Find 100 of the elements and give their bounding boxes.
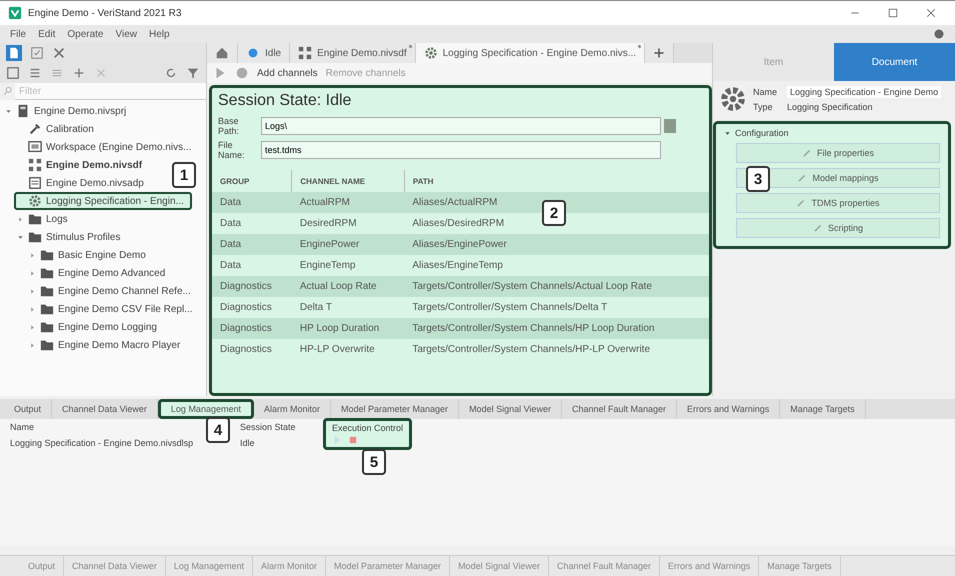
table-cell: EnginePower bbox=[292, 234, 404, 255]
toolbar-button[interactable] bbox=[30, 46, 44, 60]
table-cell: Data bbox=[212, 234, 292, 255]
editor-tab[interactable]: Engine Demo.nivsdf bbox=[290, 43, 416, 63]
gear-icon bbox=[424, 46, 438, 60]
folder-icon bbox=[40, 248, 54, 262]
table-cell: HP-LP Overwrite bbox=[292, 339, 404, 360]
tree-item[interactable]: Engine Demo Advanced bbox=[26, 264, 174, 282]
folder-icon bbox=[40, 302, 54, 316]
field-label: File Name: bbox=[218, 140, 246, 160]
tree-item[interactable]: Engine Demo Macro Player bbox=[26, 336, 188, 354]
table-cell: Aliases/EngineTemp bbox=[404, 255, 709, 276]
tree-item[interactable]: Engine Demo.nivsdf bbox=[14, 156, 150, 174]
gear-icon bbox=[719, 85, 747, 113]
menu-item[interactable]: Operate bbox=[67, 28, 104, 40]
home-tab[interactable] bbox=[207, 43, 238, 63]
pencil-icon bbox=[796, 198, 806, 208]
project-files-tab[interactable] bbox=[6, 45, 22, 61]
type-label: Type bbox=[753, 102, 774, 112]
filter-icon bbox=[186, 66, 200, 80]
folder-icon bbox=[40, 284, 54, 298]
configuration-button[interactable]: Scripting bbox=[736, 218, 940, 238]
search-icon bbox=[3, 86, 13, 96]
tree-item[interactable]: Engine Demo.nivsprj bbox=[2, 102, 134, 120]
folder-icon bbox=[40, 320, 54, 334]
base-path-field[interactable]: Logs\ bbox=[261, 117, 661, 135]
column-header[interactable]: GROUP bbox=[212, 170, 292, 192]
configuration-button[interactable]: TDMS properties bbox=[736, 193, 940, 213]
table-cell: Diagnostics bbox=[212, 339, 292, 360]
monitor-icon bbox=[28, 140, 42, 154]
stop-icon bbox=[348, 435, 358, 445]
tree-item[interactable]: Basic Engine Demo bbox=[26, 246, 154, 264]
refresh-icon bbox=[164, 66, 178, 80]
modified-mark-icon bbox=[408, 44, 413, 49]
maximize-icon bbox=[887, 7, 899, 19]
caret-right-icon bbox=[28, 306, 36, 312]
callout-badge: 1 bbox=[172, 162, 196, 188]
properties-tab[interactable]: Document bbox=[834, 43, 955, 81]
caret-right-icon bbox=[28, 342, 36, 348]
column-header: Session State bbox=[240, 422, 296, 432]
menu-item[interactable]: View bbox=[116, 28, 137, 40]
expand-all-button[interactable] bbox=[28, 66, 42, 80]
file-name-field[interactable]: test.tdms bbox=[261, 141, 661, 159]
table-cell: Data bbox=[212, 255, 292, 276]
folder-icon bbox=[40, 266, 54, 280]
start-button[interactable] bbox=[332, 435, 342, 445]
window-title: Engine Demo - VeriStand 2021 R3 bbox=[28, 8, 182, 18]
checklist-icon bbox=[30, 46, 44, 60]
caret-right-icon bbox=[28, 324, 36, 330]
caret-right-icon bbox=[28, 288, 36, 294]
search-field[interactable]: Filter bbox=[15, 83, 206, 100]
table-cell: DesiredRPM bbox=[292, 213, 404, 234]
callout-badge: 4 bbox=[206, 417, 230, 443]
editor-tab[interactable]: Logging Specification - Engine Demo.nivs... bbox=[416, 43, 646, 63]
grid-icon bbox=[298, 46, 312, 60]
add-channels-button[interactable]: Add channels bbox=[257, 68, 318, 78]
tree-item[interactable]: Logging Specification - Engin... bbox=[14, 192, 192, 210]
plus-icon bbox=[72, 66, 86, 80]
stop-button[interactable] bbox=[348, 435, 358, 445]
caret-right-icon bbox=[28, 252, 36, 258]
tree-item[interactable]: Engine Demo Channel Refe... bbox=[26, 282, 199, 300]
grid-icon bbox=[28, 158, 42, 172]
configuration-button[interactable]: File properties bbox=[736, 143, 940, 163]
filter-button[interactable] bbox=[186, 66, 200, 80]
help-icon bbox=[933, 28, 945, 40]
tree-item[interactable]: Engine Demo CSV File Repl... bbox=[26, 300, 201, 318]
table-cell-text: Logging Specification - Engine Demo.nivsdlsp bbox=[10, 438, 194, 448]
menu-item[interactable]: Edit bbox=[38, 28, 56, 40]
tree-item[interactable]: Calibration bbox=[14, 120, 102, 138]
refresh-button[interactable] bbox=[164, 66, 178, 80]
stop-button[interactable] bbox=[235, 66, 249, 80]
section-title[interactable]: Configuration bbox=[735, 128, 789, 138]
pencil-icon bbox=[812, 223, 823, 233]
add-button[interactable] bbox=[72, 66, 86, 80]
tree-item[interactable]: Engine Demo.nivsadp bbox=[14, 174, 152, 192]
menu-item[interactable]: Help bbox=[149, 28, 170, 40]
table-cell: ActualRPM bbox=[292, 192, 404, 213]
new-tab-button[interactable] bbox=[645, 43, 674, 63]
tree-item[interactable]: Stimulus Profiles bbox=[14, 228, 128, 246]
name-value: Logging Specification - Engine Demo bbox=[787, 86, 942, 98]
tree-item[interactable]: Logs bbox=[14, 210, 76, 228]
stop-icon bbox=[235, 66, 249, 80]
field-label: Base Path: bbox=[218, 116, 240, 136]
plus-icon bbox=[653, 47, 666, 59]
folder-icon bbox=[28, 230, 42, 244]
menu-item[interactable]: File bbox=[10, 28, 26, 40]
table-cell: Targets/Controller/System Channels/HP Loop Duration bbox=[404, 318, 709, 339]
tree-item[interactable]: Engine Demo Logging bbox=[26, 318, 165, 336]
table-cell: EngineTemp bbox=[292, 255, 404, 276]
play-icon bbox=[332, 435, 342, 445]
session-title: Session State: Idle bbox=[217, 91, 352, 111]
table-cell: Diagnostics bbox=[212, 297, 292, 318]
status-tab[interactable]: Idle bbox=[238, 43, 290, 63]
table-cell: Actual Loop Rate bbox=[292, 276, 404, 297]
folder-icon bbox=[28, 212, 42, 226]
list-icon bbox=[28, 66, 42, 80]
type-value: Logging Specification bbox=[787, 102, 874, 112]
table-cell-text: Idle bbox=[240, 438, 256, 448]
tree-item[interactable]: Workspace (Engine Demo.nivs... bbox=[14, 138, 200, 156]
panel-tab[interactable]: Log Management bbox=[158, 399, 254, 419]
